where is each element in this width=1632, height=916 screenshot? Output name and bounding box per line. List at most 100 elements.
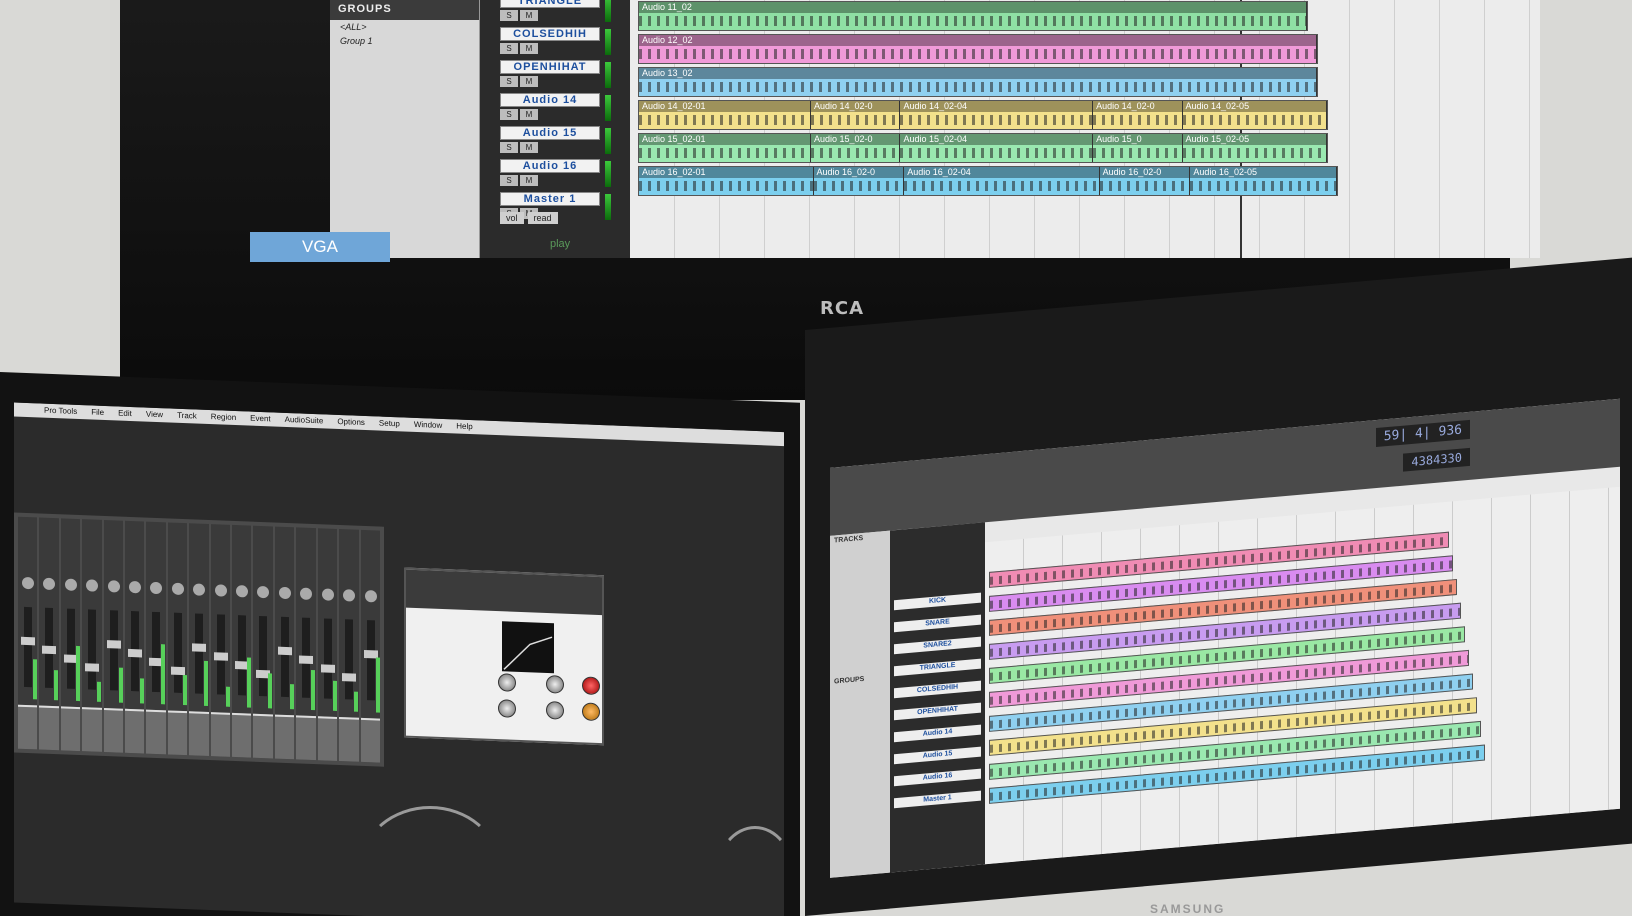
fader-track[interactable]	[24, 606, 32, 688]
menu-item[interactable]: Pro Tools	[44, 404, 77, 419]
pan-knob[interactable]	[300, 587, 313, 600]
audio-clip[interactable]: Audio 16_02-04	[904, 167, 1100, 195]
solo-button[interactable]: S	[500, 76, 518, 87]
track-header[interactable]: Audio 16 S M	[500, 159, 600, 189]
fader-track[interactable]	[152, 611, 161, 693]
fader-cap[interactable]	[192, 643, 207, 652]
plugin-knob[interactable]	[582, 676, 600, 696]
plugin-knob[interactable]	[582, 702, 600, 722]
track-name[interactable]: Audio 14	[894, 724, 981, 743]
pan-knob[interactable]	[236, 585, 249, 598]
fader-cap[interactable]	[21, 636, 35, 646]
audio-clip[interactable]: Audio 12_02	[639, 35, 1317, 63]
menu-item[interactable]: View	[146, 408, 163, 423]
mute-button[interactable]: M	[520, 10, 538, 21]
mute-button[interactable]: M	[520, 109, 538, 120]
menu-item[interactable]: Setup	[379, 417, 400, 432]
track-name[interactable]: Master 1	[500, 192, 600, 206]
audio-clip[interactable]: Audio 15_02-05	[1182, 134, 1327, 162]
audio-clip[interactable]: Audio 14_02-0	[1093, 101, 1183, 129]
audio-clip[interactable]: Audio 15_02-0	[811, 134, 901, 162]
audio-clip[interactable]: Audio 16_02-0	[813, 167, 905, 195]
audio-clip[interactable]: Audio 16_02-05	[1190, 167, 1337, 195]
mixer-channel-strip[interactable]	[167, 522, 188, 756]
track-header[interactable]: Audio 14 S M	[500, 93, 600, 123]
track-name[interactable]: Audio 15	[894, 746, 981, 765]
pan-knob[interactable]	[129, 580, 142, 594]
track-name[interactable]: OPENHIHAT	[894, 702, 981, 721]
menu-item[interactable]: Event	[250, 412, 270, 427]
mixer-channel-strip[interactable]	[189, 523, 209, 757]
fader-cap[interactable]	[299, 655, 314, 665]
track-name[interactable]: Audio 15	[500, 126, 600, 140]
fader-track[interactable]	[259, 615, 268, 697]
group-all[interactable]: <ALL>	[330, 20, 479, 34]
solo-button[interactable]: S	[500, 10, 518, 21]
fader-track[interactable]	[88, 609, 97, 690]
fader-cap[interactable]	[320, 664, 335, 673]
audio-clip[interactable]: Audio 14_02-05	[1182, 101, 1327, 129]
pan-knob[interactable]	[86, 579, 99, 592]
plugin-knob[interactable]	[546, 674, 564, 694]
fader-cap[interactable]	[106, 640, 121, 649]
fader-track[interactable]	[345, 619, 354, 700]
mixer-channel-strip[interactable]	[360, 529, 380, 763]
track-name[interactable]: COLSEDHIH	[500, 27, 600, 41]
track-name[interactable]: SNARE	[894, 614, 981, 633]
vol-button[interactable]: vol	[500, 212, 524, 224]
solo-button[interactable]: S	[500, 43, 518, 54]
pan-knob[interactable]	[343, 589, 356, 602]
fader-track[interactable]	[366, 620, 375, 701]
audio-clip[interactable]: Audio 16_02-0	[1099, 167, 1191, 195]
mixer-channel-strip[interactable]	[18, 516, 38, 750]
mixer-channel-strip[interactable]	[274, 526, 295, 760]
mixer-channel-strip[interactable]	[296, 527, 316, 761]
fader-cap[interactable]	[277, 646, 292, 656]
track-name[interactable]: Audio 16	[894, 768, 981, 787]
audio-clip[interactable]: Audio 15_02-04	[900, 134, 1094, 162]
audio-clip[interactable]: Audio 15_0	[1093, 134, 1183, 162]
track-header[interactable]: Audio 15 S M	[500, 126, 600, 156]
mixer-channel-strip[interactable]	[339, 529, 359, 762]
fader-track[interactable]	[323, 618, 332, 699]
mixer-channel-strip[interactable]	[210, 524, 231, 757]
group-1[interactable]: Group 1	[330, 34, 479, 48]
audio-clip[interactable]: Audio 13_02	[639, 68, 1317, 96]
menu-item[interactable]: Help	[456, 420, 472, 435]
mixer-channel-strip[interactable]	[146, 521, 166, 755]
audio-clip[interactable]: Audio 16_02-01	[639, 167, 814, 195]
edit-lanes[interactable]	[985, 486, 1620, 865]
mixer-channel-strip[interactable]	[125, 520, 145, 754]
audio-clip[interactable]: Audio 11_02	[639, 2, 1307, 30]
plugin-window[interactable]	[404, 567, 604, 746]
menu-item[interactable]: Region	[211, 410, 236, 425]
pan-knob[interactable]	[22, 576, 34, 590]
track-lane[interactable]: Audio 14_02-01 Audio 14_02-0 Audio 14_02-0…	[638, 100, 1328, 130]
menu-item[interactable]: File	[91, 406, 104, 420]
audio-clip[interactable]: Audio 15_02-01	[639, 134, 811, 162]
mute-button[interactable]: M	[520, 175, 538, 186]
track-header[interactable]: OPENHIHAT S M	[500, 60, 600, 90]
read-button[interactable]: read	[527, 212, 558, 224]
pan-knob[interactable]	[214, 584, 227, 597]
track-name[interactable]: OPENHIHAT	[500, 60, 600, 74]
plugin-knob[interactable]	[546, 700, 564, 720]
track-name[interactable]: COLSEDHIH	[894, 680, 981, 699]
fader-cap[interactable]	[170, 666, 185, 676]
fader-cap[interactable]	[85, 663, 100, 672]
mute-button[interactable]: M	[520, 43, 538, 54]
track-lane[interactable]: Audio 15_02-01 Audio 15_02-0 Audio 15_02-0…	[638, 133, 1328, 163]
menu-item[interactable]: Edit	[118, 407, 132, 422]
audio-clip[interactable]: Audio 14_02-04	[900, 101, 1094, 129]
mixer-channel-strip[interactable]	[39, 517, 59, 751]
track-name[interactable]: TRIANGLE	[894, 658, 981, 677]
pan-knob[interactable]	[193, 583, 206, 596]
pan-knob[interactable]	[364, 590, 377, 603]
track-lane[interactable]: Audio 11_02	[638, 1, 1308, 31]
track-header[interactable]: TRIANGLE S M	[500, 0, 600, 24]
track-lane[interactable]: Audio 16_02-01 Audio 16_02-0 Audio 16_02-0…	[638, 166, 1338, 196]
menu-item[interactable]: Track	[177, 409, 197, 424]
mixer-channel-strip[interactable]	[60, 518, 81, 752]
fader-track[interactable]	[280, 616, 289, 698]
menu-item[interactable]: Window	[414, 418, 442, 433]
